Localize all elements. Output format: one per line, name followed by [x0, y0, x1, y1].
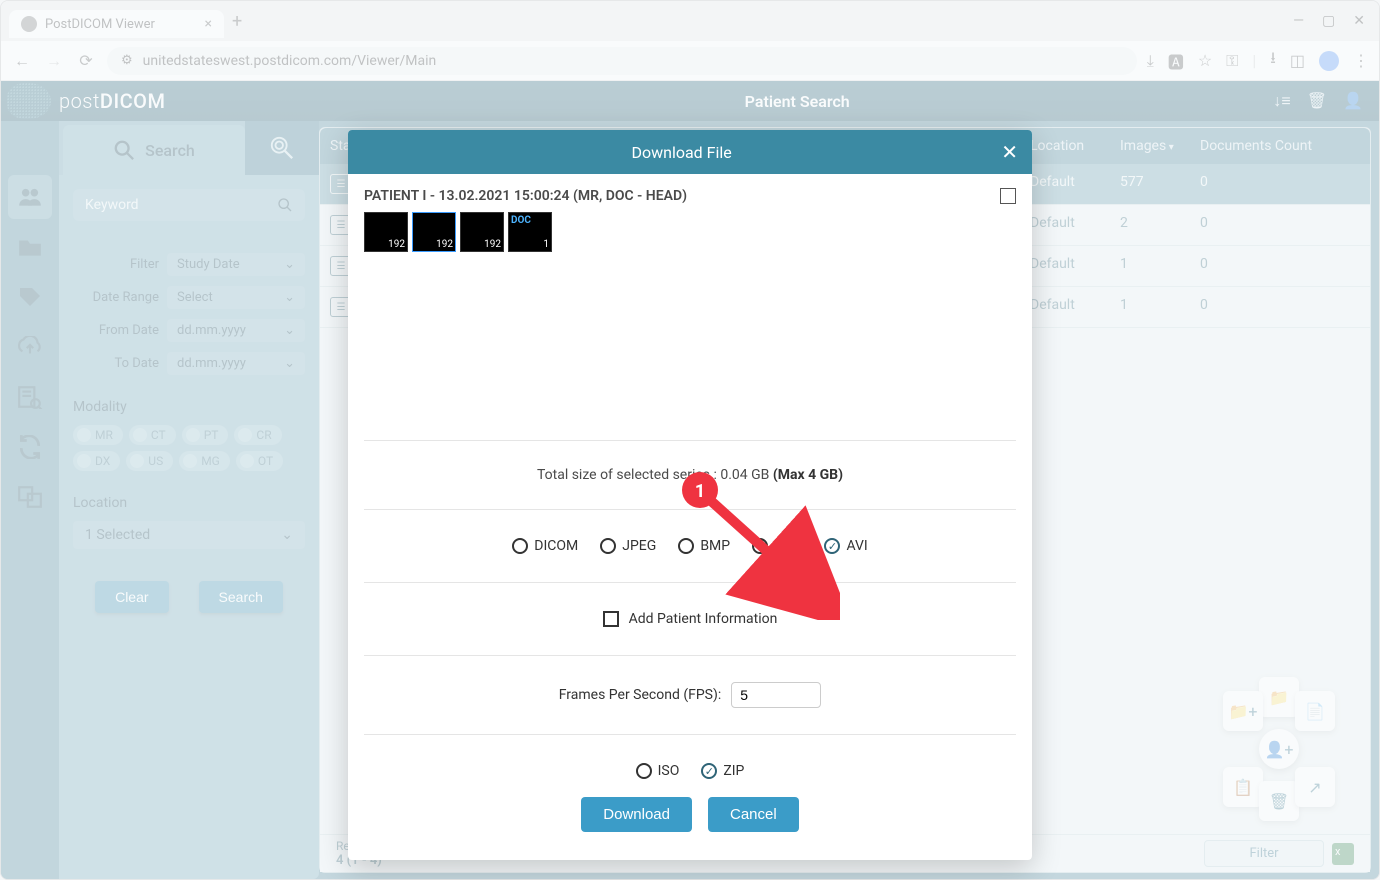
format-radio-bmp[interactable]: BMP: [678, 538, 730, 554]
series-thumbnail[interactable]: 192: [412, 212, 456, 252]
add-patient-info-checkbox[interactable]: [603, 611, 619, 627]
archive-radio-zip[interactable]: ZIP: [701, 763, 744, 779]
download-button[interactable]: Download: [581, 797, 692, 832]
format-radio-jpeg[interactable]: JPEG: [600, 538, 656, 554]
format-radio-dicom[interactable]: DICOM: [512, 538, 578, 554]
format-radio-avi[interactable]: AVI: [824, 538, 867, 554]
download-modal: Download File ✕ PATIENT I - 13.02.2021 1…: [348, 130, 1032, 860]
modal-title: Download File: [362, 143, 1001, 162]
series-thumbnail[interactable]: DOC1: [508, 212, 552, 252]
format-radio-png[interactable]: PNG: [752, 538, 802, 554]
series-thumbnail[interactable]: 192: [460, 212, 504, 252]
total-size-text: Total size of selected series : 0.04 GB …: [364, 459, 1016, 491]
fps-input[interactable]: [731, 682, 821, 708]
fps-label: Frames Per Second (FPS):: [559, 687, 722, 703]
archive-radio-iso[interactable]: ISO: [636, 763, 680, 779]
series-thumbnail[interactable]: 192: [364, 212, 408, 252]
modal-overlay: Download File ✕ PATIENT I - 13.02.2021 1…: [0, 0, 1380, 880]
modal-close-icon[interactable]: ✕: [1001, 140, 1018, 164]
select-all-checkbox[interactable]: [1000, 188, 1016, 204]
series-title: PATIENT I - 13.02.2021 15:00:24 (MR, DOC…: [364, 188, 687, 204]
add-patient-info-label: Add Patient Information: [629, 611, 778, 627]
cancel-button[interactable]: Cancel: [708, 797, 799, 832]
